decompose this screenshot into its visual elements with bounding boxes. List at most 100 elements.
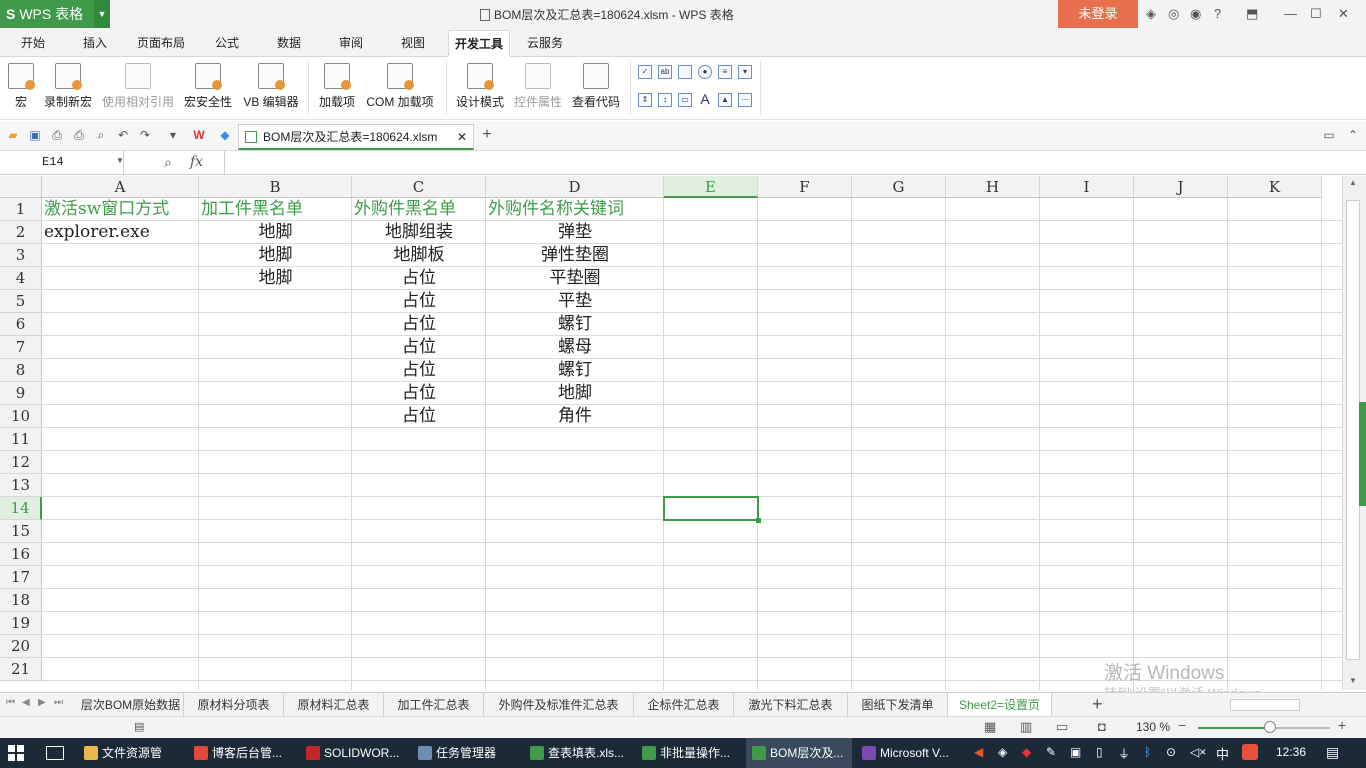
combobox-control-icon[interactable]: ▾	[738, 65, 752, 79]
column-header-i[interactable]: I	[1040, 176, 1134, 198]
normal-view-icon[interactable]: ▦	[984, 719, 996, 735]
listbox-control-icon[interactable]: ≡	[718, 65, 732, 79]
sogou-ime-icon[interactable]	[1242, 744, 1258, 760]
tab-view[interactable]: 视图	[390, 30, 436, 57]
row-header-17[interactable]: 17	[0, 566, 42, 589]
clock[interactable]: 12:36	[1276, 745, 1306, 759]
cell-c3[interactable]: 地脚板	[354, 244, 484, 267]
print-preview-icon[interactable]: ⌕	[94, 128, 108, 142]
usb-icon[interactable]: ▯	[1096, 745, 1103, 759]
relative-reference-button[interactable]: 使用相对引用	[100, 57, 176, 117]
close-icon[interactable]: ✕	[1338, 6, 1349, 22]
cell-d10[interactable]: 角件	[488, 405, 662, 428]
sheet-tab[interactable]: 外购件及标准件汇总表	[484, 693, 634, 717]
vb-editor-button[interactable]: VB 编辑器	[240, 57, 302, 117]
more-controls-icon[interactable]: ⋯	[738, 93, 752, 107]
active-cell-selection[interactable]	[663, 496, 761, 523]
tray-security-icon[interactable]: ◆	[1022, 745, 1031, 759]
row-header-3[interactable]: 3	[0, 244, 42, 267]
power-icon[interactable]: ⏚	[1118, 745, 1130, 762]
save-icon[interactable]: ▣	[28, 128, 42, 142]
row-header-13[interactable]: 13	[0, 474, 42, 497]
feedback-icon[interactable]: ◎	[1168, 6, 1179, 22]
row-header-15[interactable]: 15	[0, 520, 42, 543]
sheet-tab[interactable]: Sheet2=设置页	[948, 693, 1052, 717]
formula-input[interactable]	[224, 151, 1366, 174]
design-mode-button[interactable]: 设计模式	[452, 57, 508, 117]
sheet-tab[interactable]: 图纸下发清单	[848, 693, 948, 717]
cell-c7[interactable]: 占位	[354, 336, 484, 359]
eye-protection-icon[interactable]: ◘	[1098, 719, 1106, 734]
row-header-20[interactable]: 20	[0, 635, 42, 658]
document-tab[interactable]: BOM层次及汇总表=180624.xlsm ✕	[238, 124, 474, 150]
task-view-icon[interactable]	[46, 746, 64, 760]
export-pdf-icon[interactable]: ⎙	[50, 128, 64, 142]
tab-developer[interactable]: 开发工具	[448, 30, 510, 57]
tray-media-icon[interactable]: ▣	[1070, 745, 1081, 759]
button-control-icon[interactable]	[678, 65, 692, 79]
tray-tools-icon[interactable]: ✎	[1046, 745, 1056, 759]
minimize-icon[interactable]: —	[1284, 6, 1297, 21]
textbox-control-icon[interactable]: ab	[658, 65, 672, 79]
tab-formulas[interactable]: 公式	[204, 30, 250, 57]
cell-c5[interactable]: 占位	[354, 290, 484, 313]
tab-page-layout[interactable]: 页面布局	[130, 30, 192, 57]
tab-home[interactable]: 开始	[10, 30, 56, 57]
side-panel-handle[interactable]	[1359, 402, 1366, 506]
cell-c9[interactable]: 占位	[354, 382, 484, 405]
page-layout-view-icon[interactable]: ▭	[1056, 719, 1068, 735]
cell-c2[interactable]: 地脚组装	[354, 221, 484, 244]
collapse-ribbon-icon[interactable]: ⌃	[1346, 128, 1360, 142]
column-header-h[interactable]: H	[946, 176, 1040, 198]
column-header-d[interactable]: D	[486, 176, 664, 198]
redo-icon[interactable]: ↷	[138, 128, 152, 142]
cell-a2[interactable]: explorer.exe	[44, 221, 197, 244]
radio-control-icon[interactable]: ●	[698, 65, 712, 79]
cell-b2[interactable]: 地脚	[201, 221, 350, 244]
cell-c8[interactable]: 占位	[354, 359, 484, 382]
tab-review[interactable]: 审阅	[328, 30, 374, 57]
volume-muted-icon[interactable]: ◁×	[1190, 745, 1206, 759]
column-header-j[interactable]: J	[1134, 176, 1228, 198]
sheet-tab[interactable]: 原材料汇总表	[284, 693, 384, 717]
chevron-down-icon[interactable]: ▾	[166, 128, 180, 142]
row-header-1[interactable]: 1	[0, 198, 42, 221]
taskbar-app-button[interactable]: BOM层次及...	[746, 738, 852, 768]
help-icon[interactable]: ?	[1214, 6, 1221, 21]
row-header-19[interactable]: 19	[0, 612, 42, 635]
zoom-slider-handle[interactable]	[1264, 721, 1276, 733]
tab-cloud-service[interactable]: 云服务	[520, 30, 570, 57]
scroll-down-icon[interactable]: ▼	[1349, 676, 1357, 685]
taskbar-app-button[interactable]: Microsoft V...	[856, 738, 964, 768]
open-folder-icon[interactable]: ▰	[6, 128, 20, 142]
taskbar-app-button[interactable]: SOLIDWOR...	[300, 738, 408, 768]
row-header-8[interactable]: 8	[0, 359, 42, 382]
horizontal-scroll-thumb[interactable]	[1230, 699, 1300, 711]
print-icon[interactable]: ⎙	[72, 128, 86, 142]
macro-button[interactable]: 宏	[4, 57, 38, 117]
cell-d4[interactable]: 平垫圈	[488, 267, 662, 290]
first-sheet-icon[interactable]: ⏮	[6, 697, 15, 708]
ime-indicator[interactable]: 中	[1216, 744, 1229, 763]
tab-insert[interactable]: 插入	[72, 30, 118, 57]
cell-d1[interactable]: 外购件名称关键词	[488, 198, 662, 221]
page-break-view-icon[interactable]: ▥	[1020, 719, 1032, 735]
cell-d2[interactable]: 弹垫	[488, 221, 662, 244]
tab-data[interactable]: 数据	[266, 30, 312, 57]
select-all-corner[interactable]	[0, 176, 42, 198]
network-icon[interactable]: ⊙	[1166, 745, 1176, 759]
tray-app-icon[interactable]: ◈	[998, 745, 1007, 759]
scroll-up-icon[interactable]: ▲	[1349, 178, 1357, 187]
zoom-out-icon[interactable]: −	[1178, 717, 1186, 733]
cell-b4[interactable]: 地脚	[201, 267, 350, 290]
row-header-16[interactable]: 16	[0, 543, 42, 566]
cell-d9[interactable]: 地脚	[488, 382, 662, 405]
window-tile-icon[interactable]: ▭	[1322, 128, 1336, 142]
row-header-11[interactable]: 11	[0, 428, 42, 451]
cell-a1[interactable]: 激活sw窗口方式	[44, 198, 197, 221]
undo-icon[interactable]: ↶	[116, 128, 130, 142]
new-tab-icon[interactable]: +	[480, 127, 494, 143]
taskbar-app-button[interactable]: 任务管理器	[412, 738, 520, 768]
taskbar-app-button[interactable]: 非批量操作...	[636, 738, 742, 768]
cell-b3[interactable]: 地脚	[201, 244, 350, 267]
